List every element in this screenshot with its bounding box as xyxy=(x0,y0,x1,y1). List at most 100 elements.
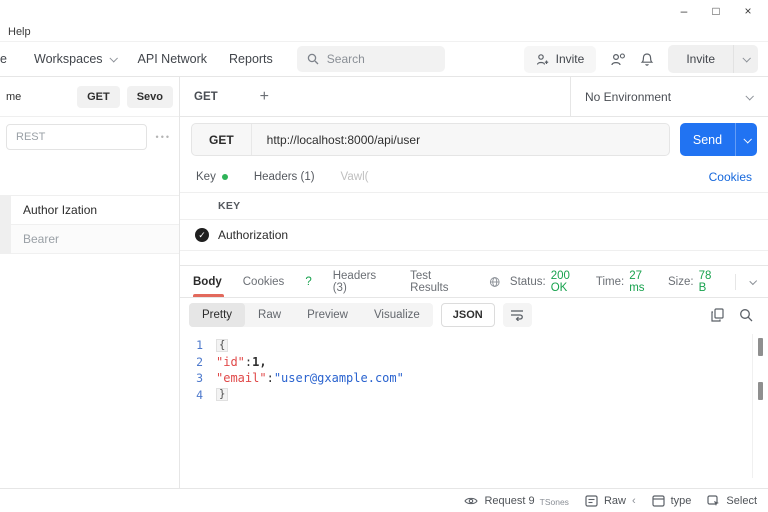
type-label: type xyxy=(670,494,692,507)
raw-toggle[interactable]: Raw ‹ xyxy=(585,495,636,507)
environment-selector[interactable]: No Environment xyxy=(570,77,768,116)
minimize-icon[interactable]: – xyxy=(668,0,700,22)
tab-headers[interactable]: Headers (1) xyxy=(254,171,315,183)
view-raw[interactable]: Raw xyxy=(245,303,294,327)
copy-icon[interactable] xyxy=(711,307,724,322)
person-add-icon xyxy=(536,53,548,65)
params-key-header: KEY xyxy=(180,192,768,220)
menu-bar: Help xyxy=(0,22,768,42)
time-value: 27 ms xyxy=(629,269,645,294)
search-icon xyxy=(307,53,319,65)
close-icon[interactable]: × xyxy=(732,0,764,22)
checked-checkbox-icon[interactable]: ✓ xyxy=(195,228,209,242)
more-options-icon[interactable]: ••• xyxy=(156,132,173,142)
window-titlebar: – □ × xyxy=(0,0,768,22)
tab-headers-label: Headers (1) xyxy=(253,171,315,183)
raw-label: Raw xyxy=(603,494,626,507)
view-pretty[interactable]: Pretty xyxy=(189,302,246,327)
notifications-bell-icon[interactable] xyxy=(640,52,654,67)
params-row-authorization[interactable]: ✓ Authorization xyxy=(180,220,768,251)
view-segmented-control: Pretty Raw Preview Visualize xyxy=(189,302,433,327)
request-history-sub: TSones xyxy=(539,497,569,507)
sidebar-save-button[interactable]: Sevo xyxy=(126,85,173,108)
select-label: Select xyxy=(726,494,757,507)
send-button[interactable]: Send xyxy=(680,123,757,156)
document-icon xyxy=(585,494,598,507)
request-tab[interactable]: GET xyxy=(180,77,232,116)
chevron-down-icon xyxy=(109,54,118,63)
invite-dropdown-chevron-icon[interactable] xyxy=(734,54,758,63)
collapse-response-chevron-icon[interactable] xyxy=(749,276,758,285)
nav-reports[interactable]: Reports xyxy=(229,52,273,66)
wrap-lines-icon[interactable] xyxy=(502,302,532,327)
nav-api-network[interactable]: API Network xyxy=(138,52,207,66)
response-tab-cookies-label: Cookies xyxy=(242,275,285,288)
params-row-label: Authorization xyxy=(218,228,289,242)
response-tab-body[interactable]: Body xyxy=(193,266,224,297)
account-settings-icon[interactable] xyxy=(610,52,626,67)
url-input[interactable]: http://localhost:8000/api/user xyxy=(252,133,435,147)
meta-divider xyxy=(735,273,736,290)
size-value: 78 B xyxy=(698,269,712,294)
language-selector[interactable]: JSON xyxy=(440,302,495,327)
response-tab-tests-label: Test Results xyxy=(410,269,449,294)
sidebar-scrollbar-gutter[interactable] xyxy=(0,196,11,254)
sidebar-filter-row: REST ••• xyxy=(0,117,179,157)
method-selector[interactable]: GET xyxy=(192,124,252,155)
eye-icon xyxy=(464,497,479,504)
search-input[interactable]: Search xyxy=(296,46,445,72)
scrollbar-thumb[interactable] xyxy=(758,338,763,356)
sidebar-filter-input[interactable]: REST xyxy=(6,124,147,150)
editor-scrollbar[interactable] xyxy=(752,334,768,478)
status-value: 200 OK xyxy=(550,269,570,294)
response-body-editor[interactable]: 1{2 "id": 1, 3 "email": "user@gxample.com" 4… xyxy=(180,331,768,488)
code-token: 1, xyxy=(252,354,267,369)
view-preview[interactable]: Preview xyxy=(294,303,361,327)
response-tab-headers[interactable]: Headers (3) xyxy=(333,266,389,297)
invite-ghost-label: Invite xyxy=(555,52,585,66)
green-dot-icon xyxy=(221,174,228,180)
search-response-icon[interactable] xyxy=(739,308,753,322)
invite-ghost-button[interactable]: Invite xyxy=(523,45,597,73)
nav-reports-label: Reports xyxy=(229,52,273,66)
tab-vault[interactable]: Vawl( xyxy=(341,171,369,183)
send-label: Send xyxy=(692,132,723,147)
nav-api-network-label: API Network xyxy=(137,52,208,66)
select-control[interactable]: Select xyxy=(707,495,757,507)
new-tab-button[interactable]: + xyxy=(232,77,297,116)
menu-help[interactable]: Help xyxy=(8,26,31,38)
code-lines: 1{2 "id": 1, 3 "email": "user@gxample.com" 4… xyxy=(180,337,768,403)
request-tabbar: GET + No Environment xyxy=(180,77,768,117)
sidebar-title: me xyxy=(6,90,22,103)
sidebar-item-bearer[interactable]: Bearer xyxy=(0,225,179,254)
maximize-icon[interactable]: □ xyxy=(700,0,732,22)
response-tab-test-results[interactable]: Test Results xyxy=(410,266,468,297)
type-control[interactable]: type xyxy=(652,494,692,507)
response-tab-cookies[interactable]: Cookies xyxy=(243,266,285,297)
response-tab-body-label: Body xyxy=(193,275,222,288)
sidebar-get-button[interactable]: GET xyxy=(77,85,120,108)
response-meta: Status: 200 OK Time: 27 ms Size: 78 B xyxy=(489,269,758,294)
code-line: 1{ xyxy=(180,337,768,354)
back-chevron-icon[interactable]: ‹ xyxy=(632,495,636,507)
sidebar: me GET Sevo REST ••• Author Ization Bear… xyxy=(0,77,180,488)
sidebar-item-authorization[interactable]: Author Ization xyxy=(0,196,179,225)
scrollbar-thumb[interactable] xyxy=(758,382,763,400)
invite-primary-button[interactable]: Invite xyxy=(668,45,758,73)
code-token: { xyxy=(216,338,229,352)
tab-key[interactable]: Key xyxy=(196,171,228,183)
nav-home-partial[interactable]: e xyxy=(0,52,12,66)
code-line: 4} xyxy=(180,387,768,404)
response-tab-headers-label: Headers (3) xyxy=(332,269,377,294)
line-number: 2 xyxy=(196,354,203,369)
send-dropdown-chevron-icon[interactable] xyxy=(736,134,757,144)
response-help-icon[interactable]: ? xyxy=(305,266,311,297)
view-visualize[interactable]: Visualize xyxy=(361,303,433,327)
cookies-link[interactable]: Cookies xyxy=(709,170,752,184)
url-box: GET http://localhost:8000/api/user xyxy=(191,123,670,156)
nav-workspaces-label: Workspaces xyxy=(34,52,103,66)
network-globe-icon xyxy=(490,276,500,287)
request-history-control[interactable]: Request 9 TSones xyxy=(464,494,569,507)
nav-workspaces[interactable]: Workspaces xyxy=(34,52,118,66)
sidebar-item-label: Author Ization xyxy=(23,203,98,217)
